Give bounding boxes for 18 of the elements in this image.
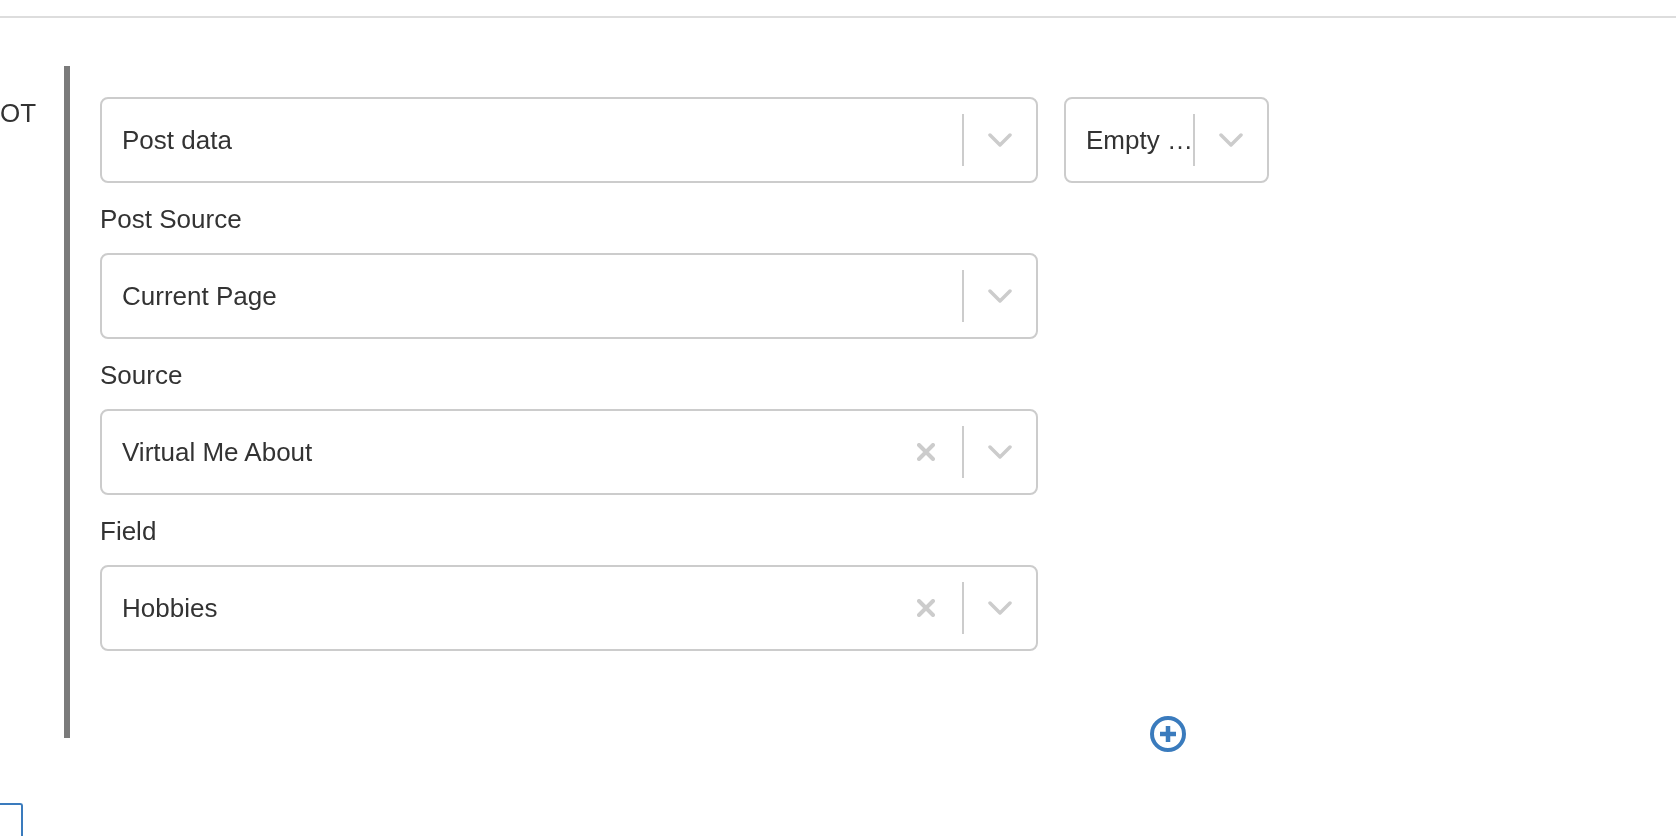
dropdown-select[interactable]: Hobbies: [100, 565, 1038, 651]
field-label: Post Source: [100, 203, 242, 235]
chevron-down-icon[interactable]: [1218, 133, 1243, 147]
field-label: Field: [100, 515, 157, 547]
clear-icon[interactable]: [917, 443, 935, 461]
operator-select[interactable]: Empty …: [1064, 97, 1269, 183]
clear-icon[interactable]: [917, 599, 935, 617]
dropdown-select[interactable]: Virtual Me About: [100, 409, 1038, 495]
add-icon[interactable]: [1150, 716, 1186, 752]
dropdown-select[interactable]: Current Page: [100, 253, 1038, 339]
chevron-down-icon[interactable]: [988, 133, 1012, 147]
field-label: Source: [100, 359, 183, 391]
chevron-down-icon[interactable]: [988, 289, 1012, 303]
cut-off-button[interactable]: [0, 803, 23, 836]
chevron-down-icon[interactable]: [988, 601, 1012, 615]
chevron-down-icon[interactable]: [988, 445, 1012, 459]
dropdown-select[interactable]: Post data: [100, 97, 1038, 183]
condition-label: OT: [0, 97, 38, 129]
